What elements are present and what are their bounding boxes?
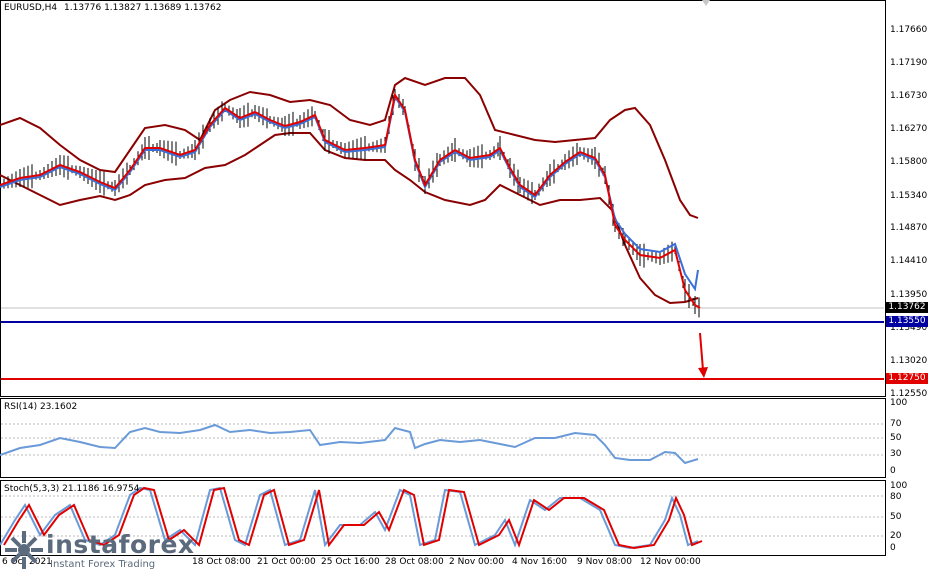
chart-header: EURUSD,H4 1.13776 1.13827 1.13689 1.1376… xyxy=(4,3,221,14)
current-price-tag: 1.13762 xyxy=(886,302,928,313)
rsi-level-label: 70 xyxy=(890,419,902,429)
red-line-price-tag: 1.12750 xyxy=(886,373,928,384)
instaforex-logo: instaforex Instant Forex Trading xyxy=(4,528,194,572)
time-tick-label: 18 Oct 08:00 xyxy=(192,557,251,567)
price-tick-label: 1.13020 xyxy=(890,356,928,366)
price-tick-label: 1.16270 xyxy=(890,124,928,134)
price-tick-label: 1.17190 xyxy=(890,58,928,68)
rsi-line xyxy=(0,423,699,465)
price-tick-label: 1.17660 xyxy=(890,25,928,35)
down-arrow-shaft xyxy=(699,332,704,371)
price-tick-label: 1.13950 xyxy=(890,290,928,300)
stoch-level-label: 50 xyxy=(890,512,902,522)
stoch-label: Stoch(5,3,3) 21.1186 16.9754 xyxy=(4,484,140,494)
stoch-level-label: 0 xyxy=(890,543,896,553)
rsi-level-label: 50 xyxy=(890,433,902,443)
time-tick-label: 21 Oct 00:00 xyxy=(257,557,316,567)
stoch-level-label: 100 xyxy=(890,481,908,491)
stoch-level-label: 20 xyxy=(890,531,902,541)
price-tick-label: 1.14870 xyxy=(890,223,928,233)
rsi-level-label: 0 xyxy=(890,466,896,476)
down-arrow-head xyxy=(698,367,708,378)
price-tick-label: 1.16730 xyxy=(890,91,928,101)
time-tick-label: 4 Nov 16:00 xyxy=(512,557,567,567)
chart-shift-marker xyxy=(702,0,710,6)
ma-slow-line xyxy=(0,94,699,292)
price-tick-label: 1.14410 xyxy=(890,256,928,266)
rsi-label: RSI(14) 23.1602 xyxy=(4,402,78,412)
blue-line-price-tag: 1.13550 xyxy=(886,316,928,327)
rsi-level-label: 30 xyxy=(890,449,902,459)
logo-star-icon xyxy=(5,531,43,569)
price-tick-label: 1.15340 xyxy=(890,191,928,201)
stoch-level-label: 80 xyxy=(890,492,902,502)
time-tick-label: 12 Nov 00:00 xyxy=(640,557,701,567)
logo-wordmark: instaforex xyxy=(46,530,195,559)
time-tick-label: 25 Oct 16:00 xyxy=(321,557,380,567)
symbol-label: EURUSD,H4 xyxy=(4,3,58,13)
price-tick-label: 1.15800 xyxy=(890,157,928,167)
time-tick-label: 9 Nov 08:00 xyxy=(577,557,632,567)
ma-fast-line xyxy=(0,92,701,309)
chart-canvas xyxy=(0,0,884,550)
logo-tagline: Instant Forex Trading xyxy=(50,559,156,570)
rsi-level-label: 100 xyxy=(890,398,908,408)
time-tick-label: 28 Oct 08:00 xyxy=(385,557,444,567)
ohlc-values: 1.13776 1.13827 1.13689 1.13762 xyxy=(64,3,222,13)
time-tick-label: 2 Nov 00:00 xyxy=(449,557,504,567)
